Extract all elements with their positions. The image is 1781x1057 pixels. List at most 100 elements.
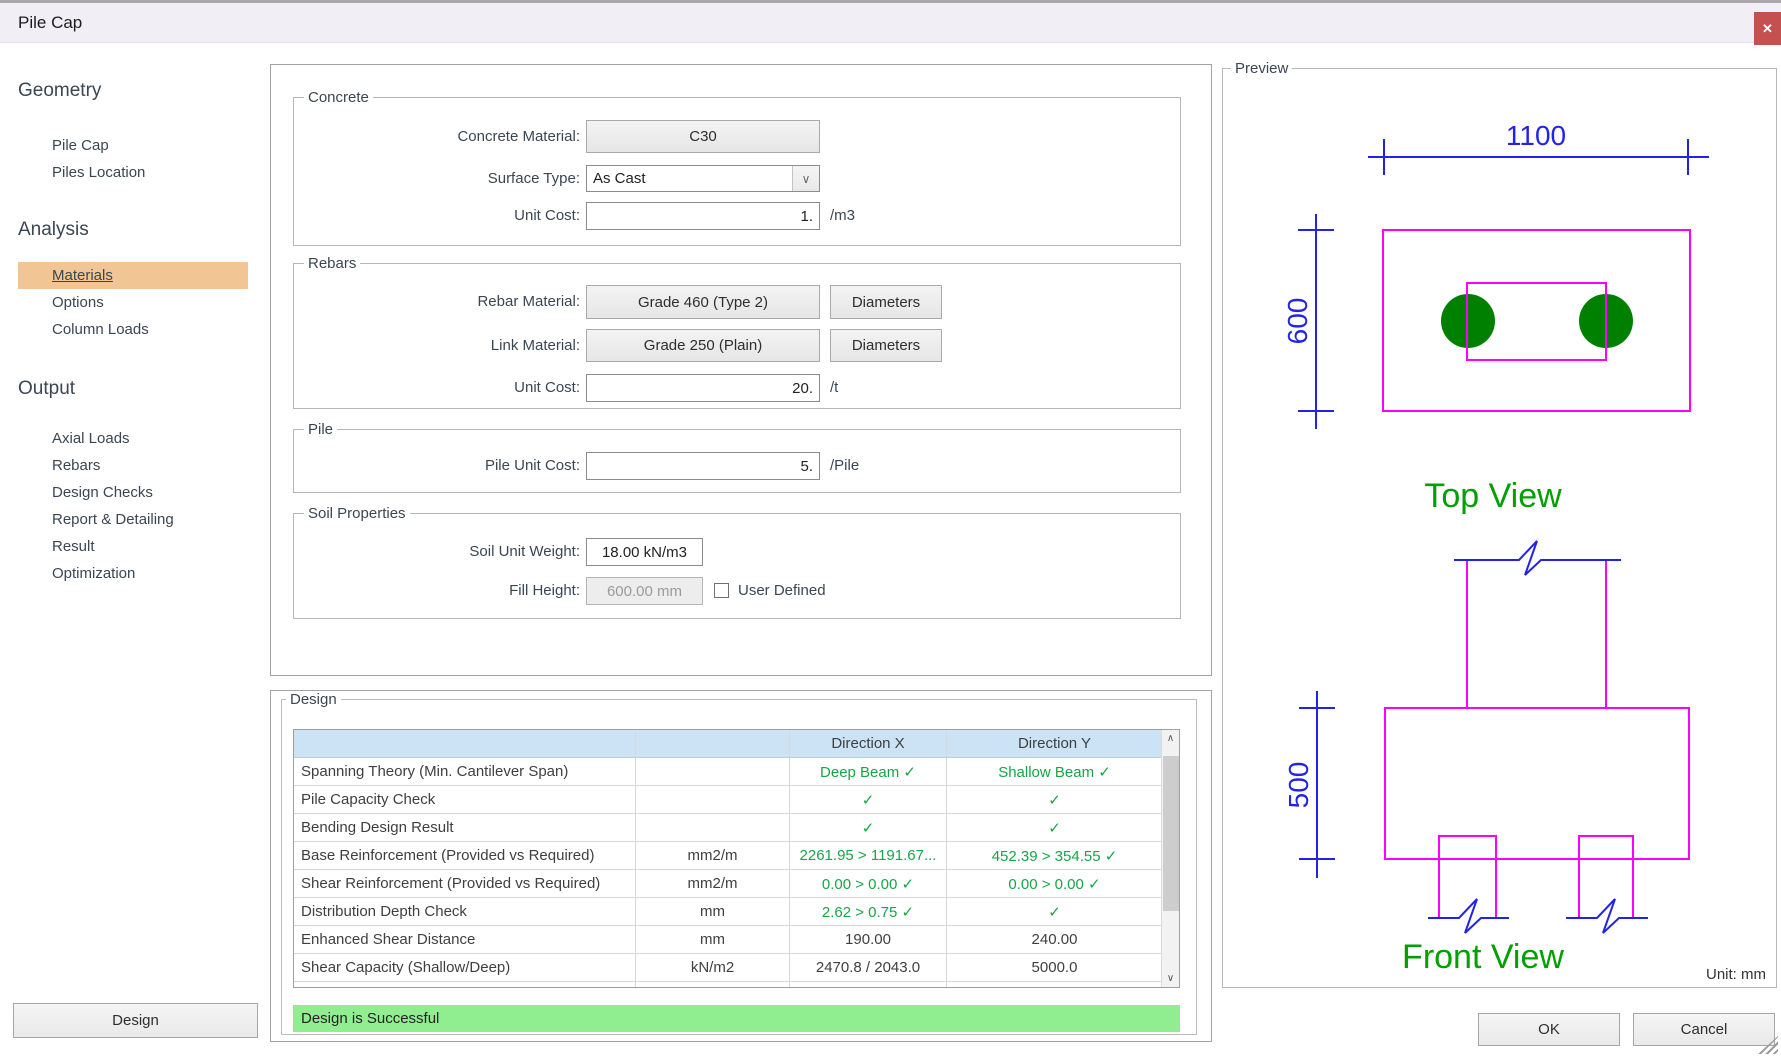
table-row: Base Reinforcement (Provided vs Required… — [294, 842, 1179, 870]
surface-type-label: Surface Type: — [294, 165, 580, 192]
table-cell — [294, 982, 636, 988]
link-material-button[interactable]: Grade 250 (Plain) — [586, 329, 820, 362]
sidebar-item-column-loads[interactable]: Column Loads — [18, 316, 248, 343]
table-cell: 0.00 > 0.00 ✓ — [947, 870, 1163, 897]
sidebar-item-axial-loads[interactable]: Axial Loads — [18, 425, 248, 452]
sidebar-section-geometry: Geometry — [18, 78, 260, 103]
design-table: Direction XDirection YSpanning Theory (M… — [293, 729, 1180, 988]
table-header-cell: Direction Y — [947, 730, 1163, 757]
sidebar-item-materials[interactable]: Materials — [18, 262, 248, 289]
table-cell: mm2/m — [636, 870, 790, 897]
window-title: Pile Cap — [18, 3, 82, 43]
fill-height-label: Fill Height: — [294, 577, 580, 605]
table-cell: Shallow Beam ✓ — [947, 758, 1163, 785]
close-icon: ✕ — [1762, 21, 1773, 37]
table-cell: mm — [636, 898, 790, 925]
table-cell: ✓ — [790, 814, 947, 841]
table-cell: mm2/m — [636, 842, 790, 869]
rebar-unit-cost-label: Unit Cost: — [294, 374, 580, 402]
pile-right-front — [1579, 836, 1633, 918]
concrete-group: Concrete Concrete Material: C30 Surface … — [293, 97, 1181, 246]
sidebar-section-analysis: Analysis — [18, 217, 260, 242]
table-cell: 2.62 > 0.75 ✓ — [790, 898, 947, 925]
close-button[interactable]: ✕ — [1754, 12, 1781, 45]
table-cell: Enhanced Shear Distance — [294, 926, 636, 953]
concrete-unit-cost-input[interactable]: 1. — [586, 202, 820, 230]
rebars-group-label: Rebars — [304, 255, 360, 272]
table-cell: Deep Beam ✓ — [790, 758, 947, 785]
scroll-up-icon[interactable]: ∧ — [1162, 730, 1179, 747]
rebars-group: Rebars Rebar Material: Grade 460 (Type 2… — [293, 263, 1181, 409]
table-cell: Distribution Depth Check — [294, 898, 636, 925]
table-cell — [636, 982, 790, 988]
surface-type-value: As Cast — [587, 166, 792, 191]
soil-unit-weight-input[interactable]: 18.00 kN/m3 — [586, 538, 703, 566]
pile-group: Pile Pile Unit Cost: 5. /Pile — [293, 429, 1181, 493]
table-row: Spanning Theory (Min. Cantilever Span)De… — [294, 758, 1179, 786]
design-button[interactable]: Design — [13, 1003, 258, 1038]
table-header-row: Direction XDirection Y — [294, 730, 1179, 758]
table-cell: 2470.8 / 2043.0 — [790, 954, 947, 981]
table-row — [294, 982, 1179, 988]
pile-unit-cost-input[interactable]: 5. — [586, 452, 820, 480]
column-break-symbol — [1454, 541, 1621, 575]
sidebar: Geometry Pile CapPiles Location Analysis Ma… — [0, 60, 260, 587]
pile-left-front — [1439, 836, 1496, 918]
front-view-height-dim-text: 500 — [1283, 762, 1314, 809]
surface-type-select[interactable]: As Cast ∨ — [586, 165, 820, 192]
table-cell — [636, 786, 790, 813]
fill-height-input: 600.00 mm — [586, 577, 703, 605]
concrete-unit-cost-label: Unit Cost: — [294, 202, 580, 230]
design-status-bar: Design is Successful — [293, 1005, 1180, 1032]
user-defined-checkbox[interactable] — [714, 583, 729, 598]
scroll-down-icon[interactable]: ∨ — [1162, 970, 1179, 987]
sidebar-item-result[interactable]: Result — [18, 533, 248, 560]
link-material-label: Link Material: — [294, 329, 580, 362]
sidebar-item-piles-location[interactable]: Piles Location — [18, 159, 248, 186]
pile-cap-front — [1385, 708, 1689, 859]
top-view-height-dimension: 600 — [1282, 214, 1334, 429]
concrete-material-button[interactable]: C30 — [586, 120, 820, 153]
table-cell: kN/m2 — [636, 954, 790, 981]
table-row: Enhanced Shear Distancemm190.00240.00 — [294, 926, 1179, 954]
sidebar-section-output: Output — [18, 376, 260, 401]
table-header-cell — [294, 730, 636, 757]
pile-unit-cost-suffix: /Pile — [830, 452, 859, 480]
table-cell: 190.00 — [790, 926, 947, 953]
top-view-width-dimension: 1100 — [1368, 120, 1709, 175]
soil-group: Soil Properties Soil Unit Weight: 18.00 … — [293, 513, 1181, 619]
top-view-label: Top View — [1424, 477, 1562, 515]
table-cell: 240.00 — [947, 926, 1163, 953]
sidebar-item-options[interactable]: Options — [18, 289, 248, 316]
title-bar: Pile Cap — [0, 3, 1781, 43]
scrollbar-thumb[interactable] — [1163, 756, 1179, 911]
table-scrollbar[interactable]: ∧ ∨ — [1161, 730, 1179, 987]
sidebar-item-report-detailing[interactable]: Report & Detailing — [18, 506, 248, 533]
cancel-button[interactable]: Cancel — [1633, 1013, 1775, 1046]
rebar-diameters-button[interactable]: Diameters — [830, 285, 942, 319]
table-cell: 2261.95 > 1191.67... — [790, 842, 947, 869]
table-cell: ✓ — [947, 814, 1163, 841]
rebar-material-label: Rebar Material: — [294, 285, 580, 319]
table-cell: ✓ — [790, 786, 947, 813]
top-view-width-dim-text: 1100 — [1506, 120, 1566, 151]
top-view-height-dim-text: 600 — [1282, 298, 1313, 345]
rebar-material-button[interactable]: Grade 460 (Type 2) — [586, 285, 820, 319]
design-table-rows: Direction XDirection YSpanning Theory (M… — [294, 730, 1179, 988]
rebar-unit-cost-input[interactable]: 20. — [586, 374, 820, 402]
ok-button[interactable]: OK — [1478, 1013, 1620, 1046]
sidebar-item-design-checks[interactable]: Design Checks — [18, 479, 248, 506]
front-view-height-dimension: 500 — [1283, 691, 1335, 878]
table-cell: 0.00 > 0.00 ✓ — [790, 870, 947, 897]
table-row: Shear Capacity (Shallow/Deep)kN/m22470.8… — [294, 954, 1179, 982]
link-diameters-button[interactable]: Diameters — [830, 329, 942, 362]
top-view-shapes — [1383, 230, 1690, 411]
chevron-down-icon[interactable]: ∨ — [792, 166, 819, 191]
sidebar-item-pile-cap[interactable]: Pile Cap — [18, 132, 248, 159]
sidebar-item-optimization[interactable]: Optimization — [18, 560, 248, 587]
table-header-cell: Direction X — [790, 730, 947, 757]
pile-group-label: Pile — [304, 421, 337, 438]
preview-group: Preview 1100 600 Top — [1222, 68, 1777, 988]
table-row: Pile Capacity Check✓✓ — [294, 786, 1179, 814]
sidebar-item-rebars[interactable]: Rebars — [18, 452, 248, 479]
